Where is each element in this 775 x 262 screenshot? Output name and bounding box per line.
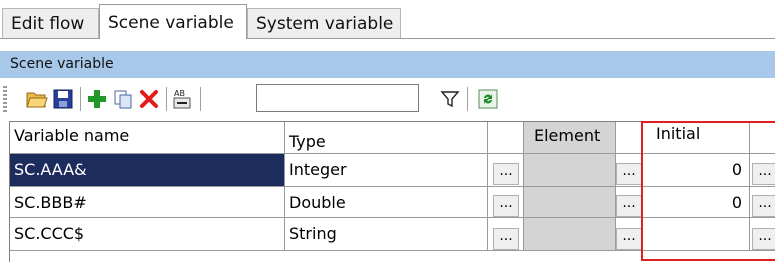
type-ellipsis-button[interactable]: ... <box>493 195 519 217</box>
tab-bar: Edit flow Scene variable System variable <box>0 0 775 39</box>
add-icon[interactable] <box>84 86 110 112</box>
cell-element <box>524 154 616 187</box>
element-ellipsis-button[interactable]: ... <box>616 228 642 250</box>
cell-variable-name[interactable]: SC.CCC$ <box>10 218 285 251</box>
cell-type[interactable]: String <box>285 218 488 251</box>
column-header-initial[interactable]: Initial <box>642 122 750 154</box>
refresh-icon[interactable] <box>475 86 501 112</box>
column-header-variable-name[interactable]: Variable name <box>10 122 285 154</box>
open-folder-icon[interactable] <box>24 86 50 112</box>
cell-element <box>524 218 616 251</box>
toolbar-separator <box>467 87 468 111</box>
initial-ellipsis-button[interactable]: ... <box>752 228 775 250</box>
type-ellipsis-button[interactable]: ... <box>493 163 519 185</box>
search-input[interactable] <box>256 84 419 112</box>
element-ellipsis-button[interactable]: ... <box>616 195 642 217</box>
toolbar: AB <box>0 82 775 116</box>
toolbar-separator <box>80 87 81 111</box>
toolbar-separator <box>166 87 167 111</box>
cell-type[interactable]: Double <box>285 187 488 218</box>
initial-ellipsis-button[interactable]: ... <box>752 163 775 185</box>
cell-element <box>524 187 616 218</box>
svg-text:AB: AB <box>174 89 185 98</box>
cell-variable-name[interactable]: SC.AAA& <box>10 154 285 187</box>
column-header-blank[interactable] <box>750 122 775 154</box>
tab-edit-flow[interactable]: Edit flow <box>2 8 99 38</box>
toolbar-grip[interactable] <box>3 86 7 112</box>
variable-grid: Variable name Type Element Initial SC.AA… <box>9 121 775 262</box>
initial-ellipsis-button[interactable]: ... <box>752 195 775 217</box>
save-icon[interactable] <box>50 86 76 112</box>
find-replace-icon-hidden <box>218 86 244 112</box>
tab-system-variable[interactable]: System variable <box>247 8 401 38</box>
cell-type[interactable]: Integer <box>285 154 488 187</box>
filter-icon[interactable] <box>437 86 463 112</box>
column-header-element[interactable]: Element <box>524 122 616 154</box>
find-replace-icon[interactable]: AB <box>170 86 196 112</box>
cell-variable-name[interactable]: SC.BBB# <box>10 187 285 218</box>
column-header-blank[interactable] <box>488 122 524 154</box>
toolbar-separator <box>200 87 201 111</box>
cell-initial-value[interactable]: 0 <box>642 154 750 187</box>
element-ellipsis-button[interactable]: ... <box>616 163 642 185</box>
column-header-blank[interactable] <box>616 122 642 154</box>
tab-scene-variable[interactable]: Scene variable <box>99 4 247 39</box>
column-header-type[interactable]: Type <box>285 122 488 154</box>
copy-icon[interactable] <box>110 86 136 112</box>
type-ellipsis-button[interactable]: ... <box>493 228 519 250</box>
cell-initial-value[interactable]: 0 <box>642 187 750 218</box>
delete-icon[interactable] <box>136 86 162 112</box>
cell-initial-value[interactable] <box>642 218 750 251</box>
panel-title: Scene variable <box>0 51 775 78</box>
